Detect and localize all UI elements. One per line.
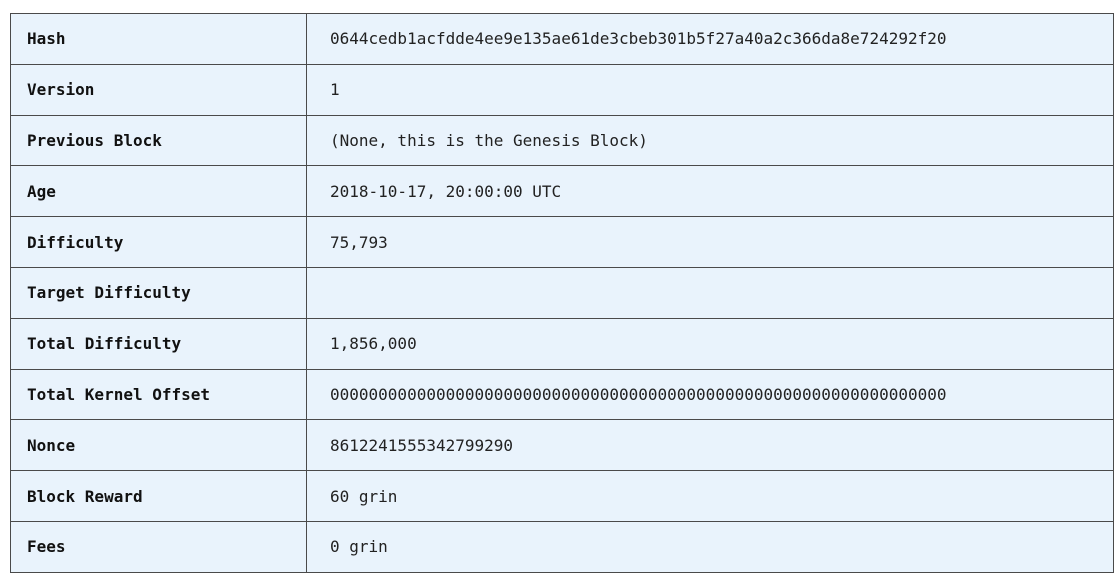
- row-hash: Hash 0644cedb1acfdde4ee9e135ae61de3cbeb3…: [10, 13, 1114, 65]
- target-difficulty-label: Target Difficulty: [10, 266, 307, 319]
- row-previous-block: Previous Block (None, this is the Genesi…: [10, 114, 1114, 167]
- row-total-difficulty: Total Difficulty 1,856,000: [10, 317, 1114, 370]
- version-label: Version: [10, 63, 307, 116]
- row-age: Age 2018-10-17, 20:00:00 UTC: [10, 165, 1114, 218]
- version-value: 1: [306, 63, 1114, 116]
- row-total-kernel-offset: Total Kernel Offset 00000000000000000000…: [10, 368, 1114, 421]
- previous-block-label: Previous Block: [10, 114, 307, 167]
- nonce-value: 8612241555342799290: [306, 419, 1114, 472]
- block-details-panel: Hash 0644cedb1acfdde4ee9e135ae61de3cbeb3…: [0, 0, 1119, 587]
- total-difficulty-label: Total Difficulty: [10, 317, 307, 370]
- block-reward-value: 60 grin: [306, 470, 1114, 522]
- fees-value: 0 grin: [306, 520, 1114, 573]
- row-nonce: Nonce 8612241555342799290: [10, 419, 1114, 472]
- difficulty-value: 75,793: [306, 216, 1114, 268]
- fees-label: Fees: [10, 520, 307, 573]
- row-block-reward: Block Reward 60 grin: [10, 470, 1114, 522]
- row-difficulty: Difficulty 75,793: [10, 216, 1114, 268]
- row-version: Version 1: [10, 63, 1114, 116]
- total-kernel-offset-value: 0000000000000000000000000000000000000000…: [306, 368, 1114, 421]
- age-value: 2018-10-17, 20:00:00 UTC: [306, 165, 1114, 218]
- hash-value: 0644cedb1acfdde4ee9e135ae61de3cbeb301b5f…: [306, 13, 1114, 65]
- row-target-difficulty: Target Difficulty: [10, 266, 1114, 319]
- hash-label: Hash: [10, 13, 307, 65]
- block-details-table: Hash 0644cedb1acfdde4ee9e135ae61de3cbeb3…: [10, 13, 1114, 573]
- row-fees: Fees 0 grin: [10, 520, 1114, 573]
- previous-block-value: (None, this is the Genesis Block): [306, 114, 1114, 167]
- target-difficulty-value: [306, 266, 1114, 319]
- nonce-label: Nonce: [10, 419, 307, 472]
- total-difficulty-value: 1,856,000: [306, 317, 1114, 370]
- age-label: Age: [10, 165, 307, 218]
- block-reward-label: Block Reward: [10, 470, 307, 522]
- difficulty-label: Difficulty: [10, 216, 307, 268]
- total-kernel-offset-label: Total Kernel Offset: [10, 368, 307, 421]
